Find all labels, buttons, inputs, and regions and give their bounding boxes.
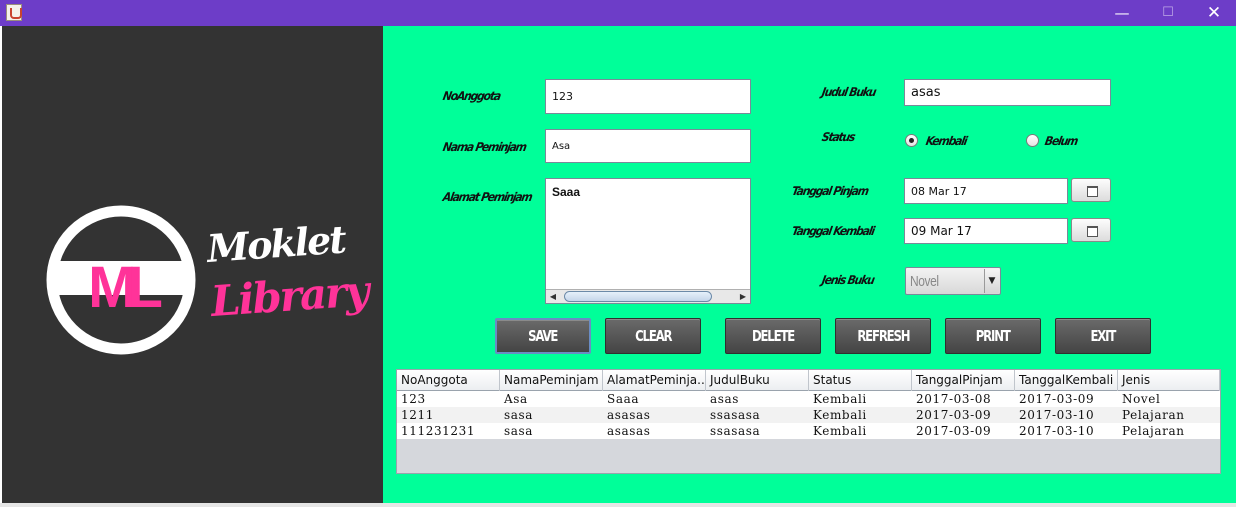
exit-button-label: EXIT [1090, 327, 1117, 345]
alamat-peminjam-textarea[interactable]: Saaa ◀ ▶ [545, 178, 751, 304]
judul-buku-label: Judul Buku [820, 85, 877, 99]
scroll-right-icon[interactable]: ▶ [736, 290, 750, 303]
table-cell: ssasasa [710, 408, 761, 422]
moklet-library-logo: ML Moklet Library [46, 205, 374, 355]
jenis-buku-select[interactable]: Novel ▼ [905, 267, 1001, 295]
jenis-buku-value: Novel [910, 273, 939, 290]
status-belum-label[interactable]: Belum [1044, 134, 1079, 148]
jenis-buku-label: Jenis Buku [820, 273, 875, 287]
clear-button[interactable]: CLEAR [605, 318, 701, 354]
status-kembali-label[interactable]: Kembali [925, 134, 968, 148]
table-cell: Pelajaran [1122, 408, 1185, 422]
no-anggota-label: NoAnggota [441, 89, 502, 103]
tanggal-kembali-calendar-button[interactable] [1071, 218, 1111, 242]
svg-text:Library: Library [208, 266, 373, 326]
save-button-label: SAVE [528, 327, 558, 345]
tanggal-pinjam-calendar-button[interactable] [1071, 178, 1111, 202]
peminjaman-table[interactable]: NoAnggota NamaPeminjam AlamatPeminja... … [396, 369, 1221, 474]
delete-button-label: DELETE [751, 327, 795, 345]
horizontal-scrollbar[interactable]: ◀ ▶ [546, 289, 750, 303]
table-cell: 2017-03-09 [916, 424, 992, 438]
table-cell: 2017-03-09 [1019, 392, 1095, 406]
svg-text:Moklet: Moklet [203, 216, 348, 271]
nama-peminjam-label: Nama Peminjam [441, 140, 528, 154]
print-button-label: PRINT [976, 327, 1011, 345]
table-cell: ssasasa [710, 424, 761, 438]
table-row[interactable]: 111231231 sasa asasas ssasasa Kembali 20… [397, 423, 1220, 439]
refresh-button-label: REFRESH [856, 327, 910, 345]
tanggal-pinjam-field[interactable]: 08 Mar 17 [904, 178, 1068, 204]
table-cell: 123 [401, 392, 426, 406]
table-cell: 1211 [401, 408, 434, 422]
exit-button[interactable]: EXIT [1055, 318, 1151, 354]
column-header[interactable]: Status [809, 370, 912, 391]
tanggal-kembali-field[interactable]: 09 Mar 17 [904, 218, 1068, 244]
status-label: Status [820, 130, 856, 144]
status-kembali-radio[interactable] [905, 134, 918, 147]
refresh-button[interactable]: REFRESH [835, 318, 931, 354]
table-cell: 2017-03-10 [1019, 408, 1095, 422]
tanggal-kembali-label: Tanggal Kembali [790, 224, 876, 238]
table-cell: Novel [1122, 392, 1161, 406]
table-cell: Asa [504, 392, 528, 406]
close-button[interactable]: ✕ [1191, 0, 1236, 26]
table-cell: Saaa [607, 392, 640, 406]
title-bar: — ☐ ✕ [0, 0, 1236, 26]
column-header[interactable]: Jenis [1118, 370, 1220, 391]
table-cell: sasa [504, 424, 534, 438]
no-anggota-field[interactable]: 123 [545, 79, 751, 114]
chevron-down-icon[interactable]: ▼ [984, 269, 999, 293]
svg-text:ML: ML [88, 255, 161, 320]
table-cell: 2017-03-09 [916, 408, 992, 422]
alamat-peminjam-label: Alamat Peminjam [441, 190, 533, 204]
print-button[interactable]: PRINT [945, 318, 1041, 354]
column-header[interactable]: TanggalPinjam [912, 370, 1015, 391]
table-cell: Pelajaran [1122, 424, 1185, 438]
status-belum-radio[interactable] [1026, 134, 1039, 147]
table-cell: asasas [607, 424, 651, 438]
column-header[interactable]: AlamatPeminja... [603, 370, 706, 391]
column-header[interactable]: JudulBuku [706, 370, 809, 391]
table-cell: asasas [607, 408, 651, 422]
clear-button-label: CLEAR [634, 327, 672, 345]
table-row[interactable]: 123 Asa Saaa asas Kembali 2017-03-08 201… [397, 391, 1220, 407]
table-cell: Kembali [813, 424, 867, 438]
column-header[interactable]: TanggalKembali [1015, 370, 1118, 391]
judul-buku-field[interactable]: asas [904, 79, 1111, 106]
java-app-icon [6, 4, 22, 21]
minimize-button[interactable]: — [1099, 0, 1145, 26]
table-cell: Kembali [813, 408, 867, 422]
scroll-left-icon[interactable]: ◀ [546, 290, 560, 303]
table-row[interactable]: 1211 sasa asasas ssasasa Kembali 2017-03… [397, 407, 1220, 423]
table-cell: Kembali [813, 392, 867, 406]
table-cell: sasa [504, 408, 534, 422]
scroll-thumb[interactable] [564, 291, 712, 302]
save-button[interactable]: SAVE [495, 318, 591, 354]
tanggal-pinjam-label: Tanggal Pinjam [790, 184, 870, 198]
delete-button[interactable]: DELETE [725, 318, 821, 354]
nama-peminjam-field[interactable]: Asa [545, 129, 751, 163]
taskbar-edge [0, 503, 1236, 507]
table-cell: 2017-03-08 [916, 392, 992, 406]
table-cell: 2017-03-10 [1019, 424, 1095, 438]
maximize-button[interactable]: ☐ [1145, 0, 1191, 26]
alamat-peminjam-value: Saaa [552, 185, 581, 199]
table-cell: 111231231 [401, 424, 476, 438]
table-header: NoAnggota NamaPeminjam AlamatPeminja... … [397, 370, 1220, 391]
brand-panel: ML Moklet Library [2, 26, 383, 503]
column-header[interactable]: NoAnggota [397, 370, 500, 391]
table-cell: asas [710, 392, 740, 406]
column-header[interactable]: NamaPeminjam [500, 370, 603, 391]
